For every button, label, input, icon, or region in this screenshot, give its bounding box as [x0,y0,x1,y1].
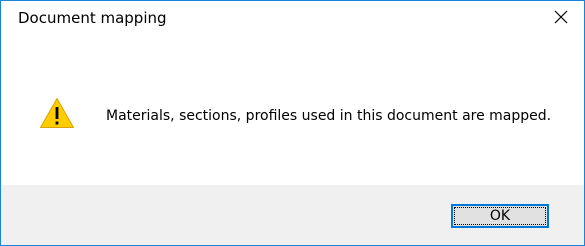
ok-button[interactable]: OK [451,204,549,228]
title-bar: Document mapping [1,1,584,32]
dialog-content: Materials, sections, profiles used in th… [1,32,584,185]
window-title: Document mapping [18,9,167,27]
close-icon [553,9,569,25]
dialog-window: Document mapping Materials, sections, pr… [0,0,585,246]
close-button[interactable] [538,1,584,32]
ok-button-label: OK [489,208,511,224]
warning-icon [39,97,75,129]
button-bar: OK [1,185,584,245]
message-text: Materials, sections, profiles used in th… [106,108,552,124]
